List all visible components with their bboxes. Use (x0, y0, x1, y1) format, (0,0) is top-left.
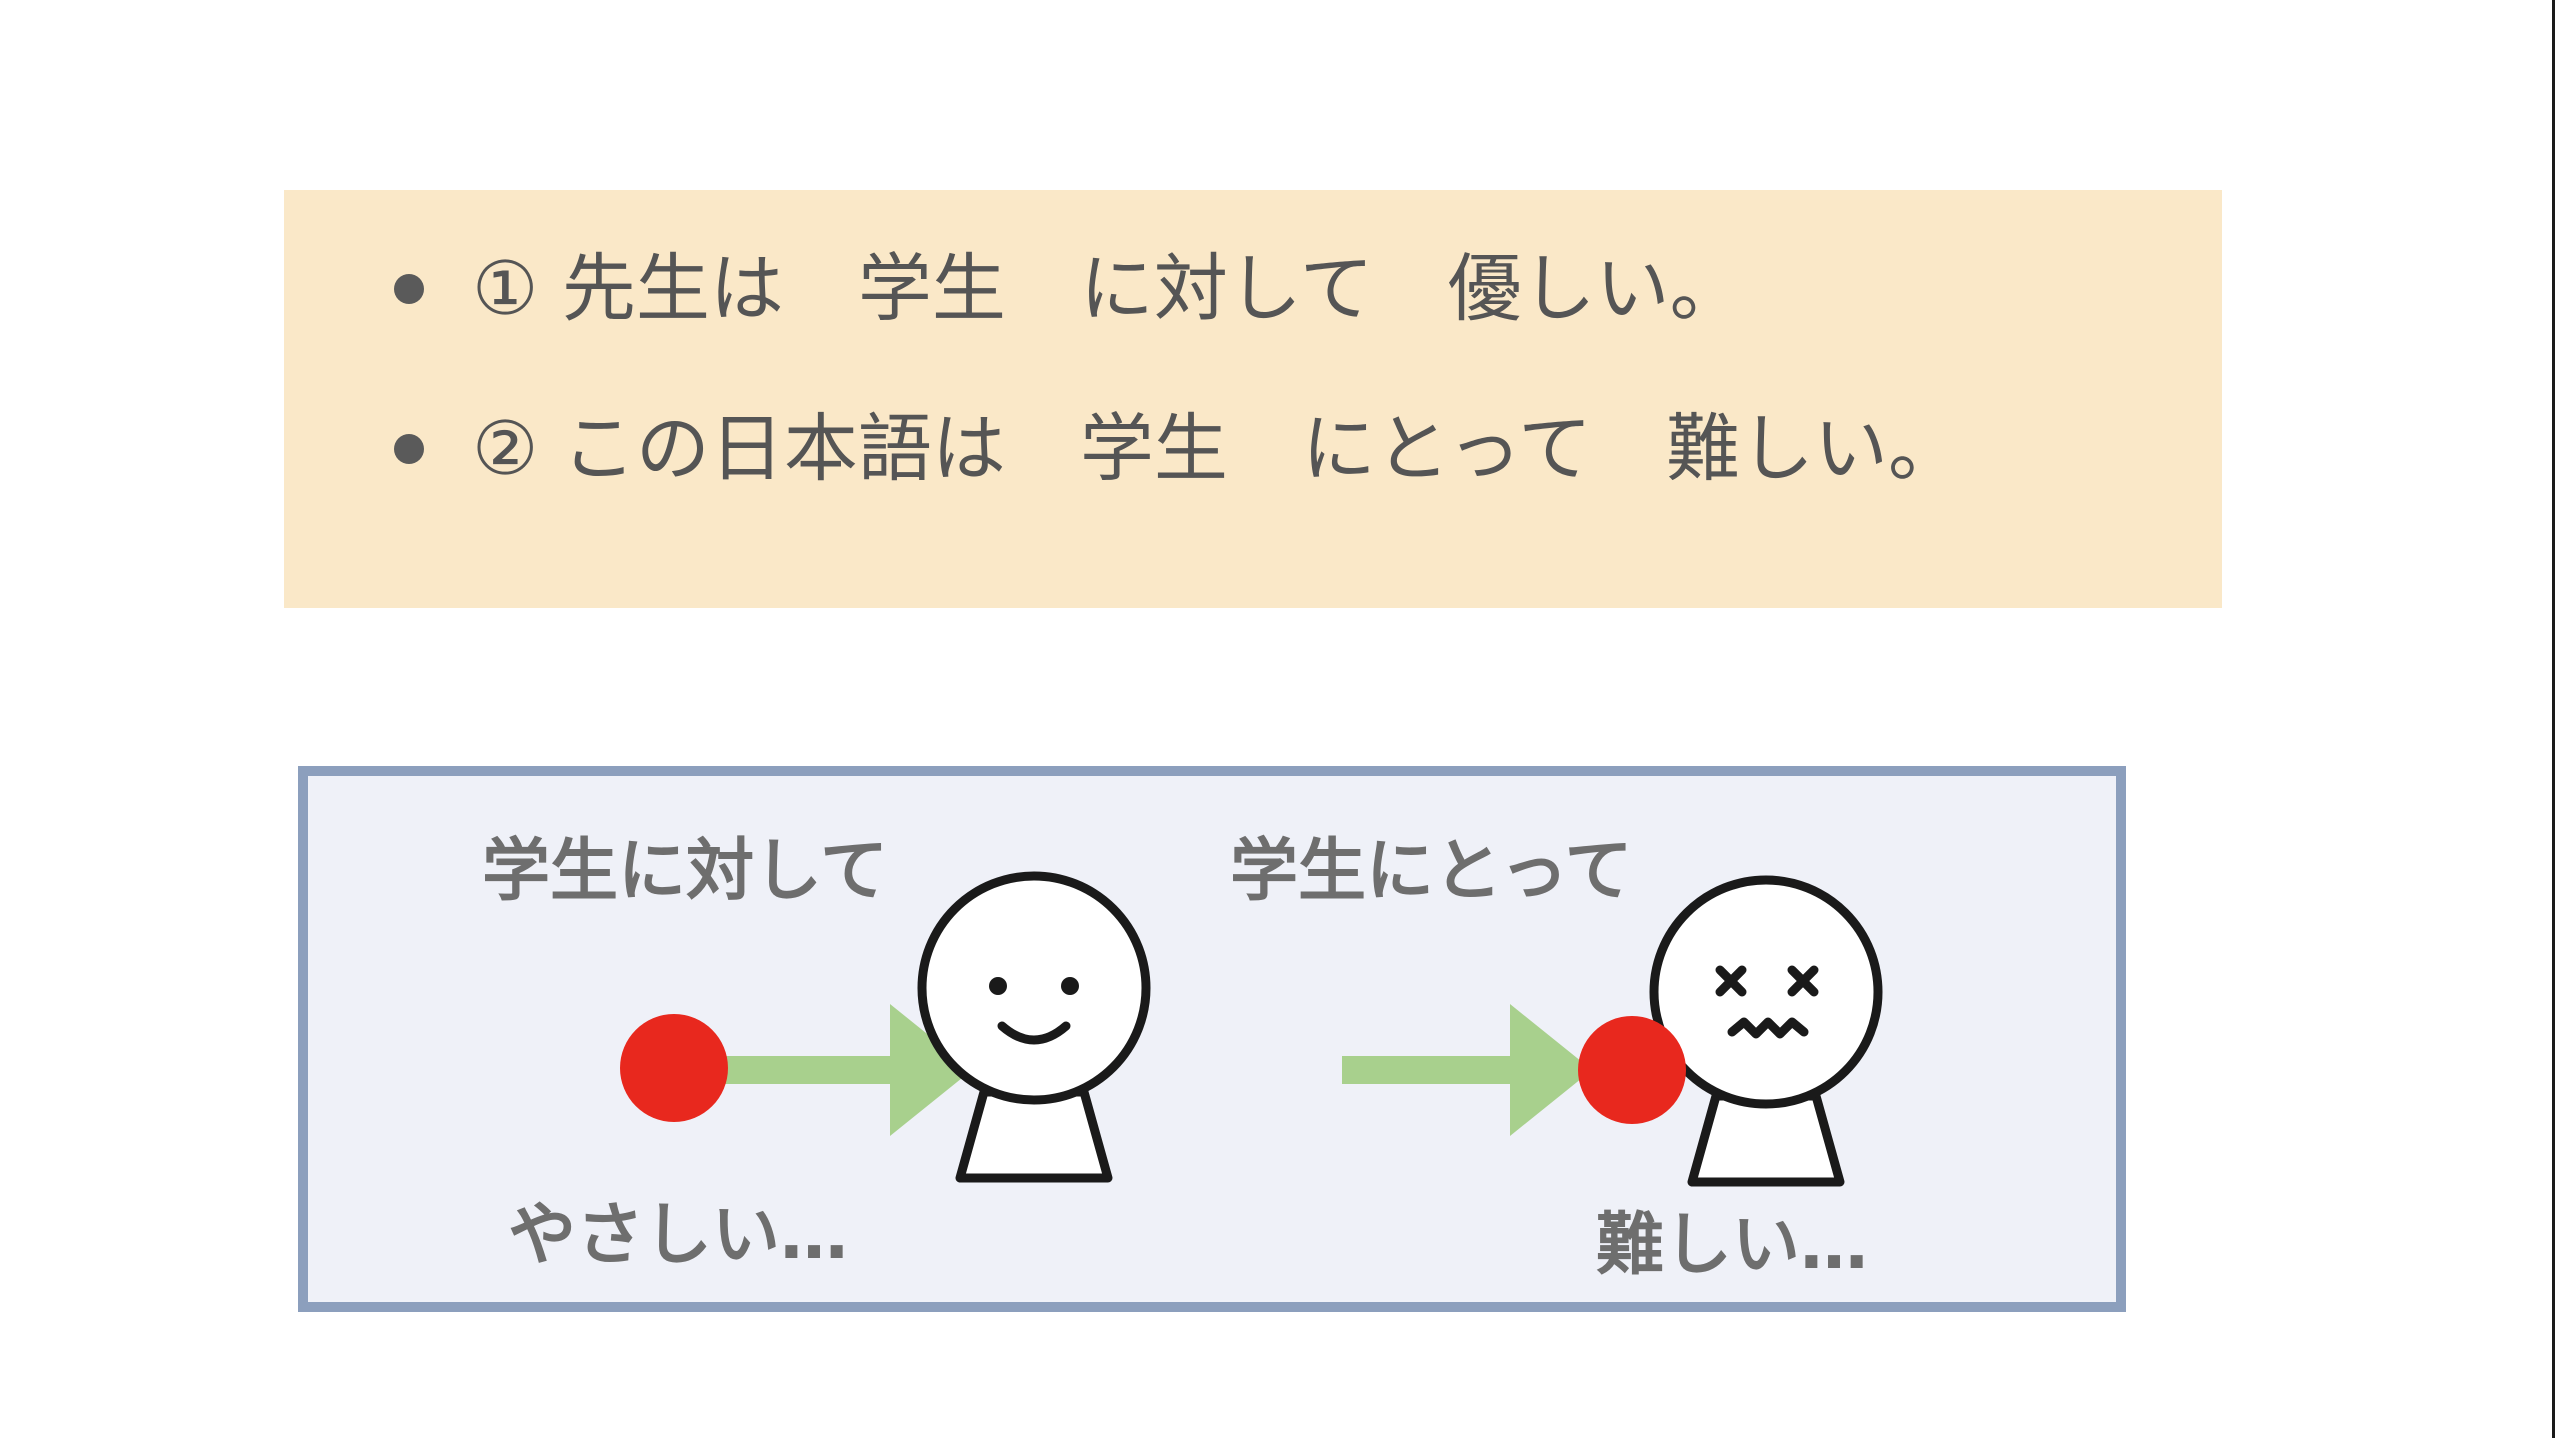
right-heading: 学生にとって (1230, 832, 1633, 911)
right-scene (1342, 875, 1883, 1187)
example-number: ① (472, 246, 539, 332)
example-sentences-box: ① 先生は 学生 に対して 優しい。 ② この日本語は 学生 にとって 難しい。 (284, 190, 2222, 608)
example-item-1: ① 先生は 学生 に対して 優しい。 (394, 252, 1744, 326)
left-heading: 学生に対して (482, 832, 888, 911)
example-number: ② (472, 406, 539, 492)
distressed-person-icon (1649, 875, 1883, 1187)
bullet-icon (394, 274, 424, 304)
arrow-right-icon (1342, 1004, 1592, 1136)
bullet-icon (394, 434, 424, 464)
eye-icon (989, 977, 1007, 995)
smiling-person-icon (917, 871, 1151, 1183)
eye-icon (1061, 977, 1079, 995)
left-scene (620, 871, 1151, 1183)
example-text: 先生は 学生 に対して 優しい。 (561, 246, 1744, 332)
left-caption: やさしい… (508, 1196, 849, 1275)
page-edge-line (2552, 0, 2555, 1438)
example-text: この日本語は 学生 にとって 難しい。 (561, 406, 1962, 492)
red-ball-icon (620, 1014, 728, 1122)
red-ball-icon (1578, 1016, 1686, 1124)
right-caption: 難しい… (1596, 1206, 1869, 1285)
illustration-panel: 学生に対して やさしい… 学生にとって 難しい… (298, 766, 2126, 1312)
example-item-2: ② この日本語は 学生 にとって 難しい。 (394, 412, 1962, 486)
